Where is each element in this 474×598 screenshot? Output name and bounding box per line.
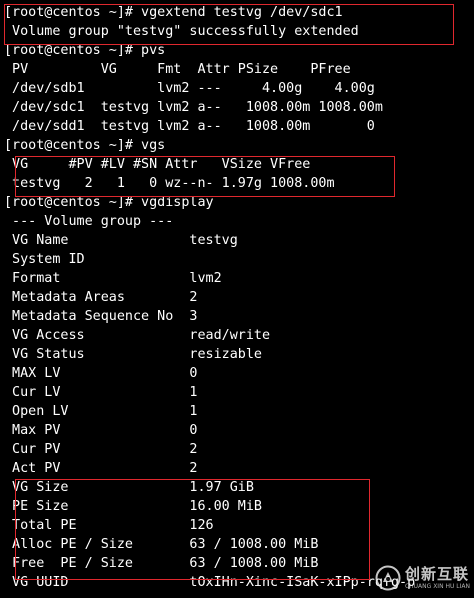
vgdisplay-row: VG Access read/write — [4, 328, 271, 343]
watermark: 创新互联 CHUANG XIN HU LIAN — [375, 564, 470, 592]
vgdisplay-row: Act PV 2 — [4, 461, 198, 476]
vgdisplay-row: VG Status resizable — [4, 347, 262, 362]
watermark-brand-en: CHUANG XIN HU LIAN — [404, 582, 470, 590]
vgdisplay-row: System ID — [4, 252, 85, 267]
terminal-window[interactable]: [root@centos ~]# vgextend testvg /dev/sd… — [4, 3, 474, 592]
vgdisplay-row: Cur LV 1 — [4, 385, 198, 400]
prompt-line: [root@centos ~]# vgextend testvg /dev/sd… — [4, 5, 343, 20]
output-line: Volume group "testvg" successfully exten… — [4, 24, 359, 39]
pvs-row: /dev/sdc1 testvg lvm2 a-- 1008.00m 1008.… — [4, 100, 383, 115]
vgdisplay-row: Total PE 126 — [4, 518, 214, 533]
vgdisplay-row: Max PV 0 — [4, 423, 198, 438]
vgdisplay-row: Metadata Areas 2 — [4, 290, 198, 305]
vgs-row: testvg 2 1 0 wz--n- 1.97g 1008.00m — [4, 176, 335, 191]
watermark-brand-cn: 创新互联 — [404, 564, 469, 583]
vgdisplay-row: MAX LV 0 — [4, 366, 198, 381]
vgdisplay-row: Format lvm2 — [4, 271, 222, 286]
vgdisplay-section-header: --- Volume group --- — [4, 214, 174, 229]
prompt-line: [root@centos ~]# vgdisplay — [4, 195, 214, 210]
pvs-row: /dev/sdd1 testvg lvm2 a-- 1008.00m 0 — [4, 119, 375, 134]
vgs-header-row: VG #PV #LV #SN Attr VSize VFree — [4, 157, 311, 172]
vgdisplay-row: Alloc PE / Size 63 / 1008.00 MiB — [4, 537, 319, 552]
vgdisplay-row: Cur PV 2 — [4, 442, 198, 457]
pvs-row: /dev/sdb1 lvm2 --- 4.00g 4.00g — [4, 81, 375, 96]
pvs-header-row: PV VG Fmt Attr PSize PFree — [4, 62, 351, 77]
vgdisplay-row: Metadata Sequence No 3 — [4, 309, 198, 324]
prompt-line: [root@centos ~]# pvs — [4, 43, 166, 58]
brand-logo-icon — [375, 565, 401, 591]
vgdisplay-row: PE Size 16.00 MiB — [4, 499, 262, 514]
vgdisplay-row: VG Size 1.97 GiB — [4, 480, 254, 495]
prompt-line: [root@centos ~]# vgs — [4, 138, 166, 153]
vgdisplay-row: VG Name testvg — [4, 233, 238, 248]
vgdisplay-row: Open LV 1 — [4, 404, 198, 419]
